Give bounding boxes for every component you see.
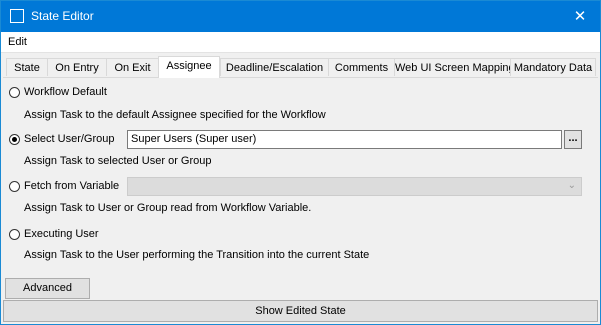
tab-assignee[interactable]: Assignee xyxy=(158,56,220,78)
workflow-default-label[interactable]: Workflow Default xyxy=(24,86,107,98)
tab-mandatory-data[interactable]: Mandatory Data xyxy=(510,58,596,76)
select-user-group-desc: Assign Task to selected User or Group xyxy=(24,155,212,167)
executing-user-label[interactable]: Executing User xyxy=(24,228,99,240)
show-edited-state-button[interactable]: Show Edited State xyxy=(3,300,598,322)
menu-edit[interactable]: Edit xyxy=(8,36,27,48)
workflow-default-radio[interactable] xyxy=(9,87,20,98)
tab-comments[interactable]: Comments xyxy=(328,58,395,76)
workflow-default-desc: Assign Task to the default Assignee spec… xyxy=(24,109,326,121)
tab-web-ui-screen-mapping[interactable]: Web UI Screen Mapping xyxy=(394,58,511,76)
menu-bar: Edit xyxy=(1,32,600,53)
variable-select[interactable]: ⌄ xyxy=(127,177,582,196)
tab-state[interactable]: State xyxy=(6,58,48,76)
fetch-from-variable-radio[interactable] xyxy=(9,181,20,192)
close-icon[interactable]: ✕ xyxy=(560,1,600,32)
select-user-group-radio[interactable] xyxy=(9,134,20,145)
chevron-down-icon: ⌄ xyxy=(567,180,576,191)
executing-user-radio[interactable] xyxy=(9,229,20,240)
select-user-group-label[interactable]: Select User/Group xyxy=(24,133,114,145)
tab-strip: State On Entry On Exit Assignee Deadline… xyxy=(1,56,600,78)
window-title: State Editor xyxy=(31,9,94,23)
tab-on-entry[interactable]: On Entry xyxy=(47,58,107,76)
fetch-from-variable-label[interactable]: Fetch from Variable xyxy=(24,180,119,192)
tab-on-exit[interactable]: On Exit xyxy=(106,58,159,76)
state-editor-window: State Editor ✕ Edit State On Entry On Ex… xyxy=(0,0,601,325)
user-group-field[interactable]: Super Users (Super user) xyxy=(127,130,562,149)
executing-user-desc: Assign Task to the User performing the T… xyxy=(24,249,370,261)
title-bar: State Editor ✕ xyxy=(1,1,600,32)
tab-deadline-escalation[interactable]: Deadline/Escalation xyxy=(220,58,329,76)
assignee-panel: Workflow Default Assign Task to the defa… xyxy=(3,77,598,299)
browse-user-group-button[interactable]: ... xyxy=(564,130,582,149)
fetch-from-variable-desc: Assign Task to User or Group read from W… xyxy=(24,202,312,214)
window-icon xyxy=(10,9,24,23)
advanced-button[interactable]: Advanced xyxy=(5,278,90,299)
